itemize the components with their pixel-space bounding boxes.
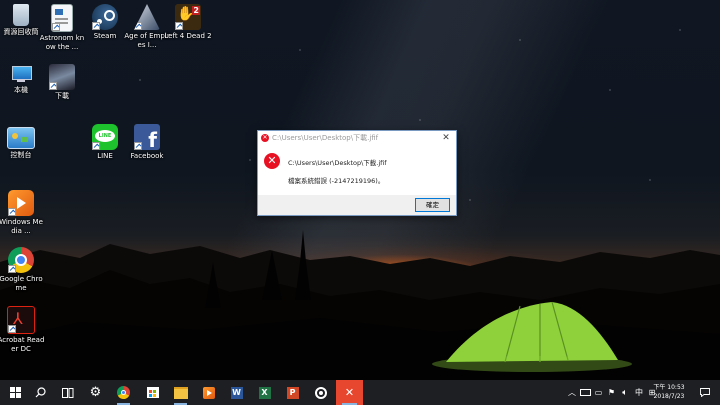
dialog-titlebar[interactable]: ✕ C:\Users\User\Desktop\下載.jfif ✕ <box>258 131 456 145</box>
document-icon <box>51 4 73 32</box>
windows-media-icon <box>8 190 34 216</box>
notification-flag-icon[interactable]: ⚑ <box>605 388 618 397</box>
battery-icon[interactable] <box>578 389 592 396</box>
taskbar-disc[interactable] <box>308 380 333 405</box>
search-button[interactable] <box>28 380 53 405</box>
error-dialog: ✕ C:\Users\User\Desktop\下載.jfif ✕ ✕ C:\U… <box>257 130 457 216</box>
taskbar-word[interactable]: W <box>224 380 249 405</box>
input-method-indicator[interactable]: 中 <box>632 387 646 398</box>
task-view-icon <box>61 387 73 398</box>
clock-date: 2018/7/23 <box>653 393 685 400</box>
control-panel-icon <box>7 127 35 149</box>
dialog-close-button[interactable]: ✕ <box>436 133 456 143</box>
taskbar: ⚙ W X P ✕ ︿ ▭ ⚑ 🔈︎ 中 ⊞ 下午 10:53 2018/7/2… <box>0 380 720 405</box>
disc-icon <box>314 386 327 399</box>
desktop-icon-line[interactable]: LINE LINE <box>81 124 129 161</box>
line-icon: LINE <box>92 124 118 150</box>
desktop-icon-downloaded-image[interactable]: 下載 <box>38 64 86 101</box>
taskbar-store[interactable] <box>140 380 165 405</box>
settings-gear-icon: ⚙ <box>89 385 102 400</box>
desktop-icon-windows-media[interactable]: Windows Media ... <box>0 190 45 235</box>
photos-error-icon: ✕ <box>344 386 355 399</box>
taskbar-file-explorer[interactable] <box>168 380 193 405</box>
dialog-footer: 確定 <box>258 195 456 215</box>
ok-button[interactable]: 確定 <box>415 198 450 212</box>
left4dead-icon: ✋ 2 <box>175 4 201 30</box>
dialog-body: ✕ C:\Users\User\Desktop\下載.jfif 檔案系統錯誤 (… <box>258 145 456 195</box>
desktop-icon-control-panel[interactable]: 控制台 <box>0 127 45 160</box>
taskbar-excel[interactable]: X <box>252 380 277 405</box>
steam-icon <box>92 4 118 30</box>
desktop-icon-facebook[interactable]: f Facebook <box>123 124 171 161</box>
taskbar-media-player[interactable] <box>196 380 221 405</box>
action-center-icon <box>699 388 710 397</box>
taskbar-chrome[interactable] <box>111 380 136 405</box>
dialog-error-message: 檔案系統錯誤 (-2147219196)。 <box>288 177 385 185</box>
recycle-bin-icon <box>13 4 29 26</box>
word-icon: W <box>230 386 243 399</box>
this-pc-icon <box>8 64 34 84</box>
age-of-empires-icon <box>134 4 160 30</box>
facebook-icon: f <box>134 124 160 150</box>
network-icon[interactable]: ▭ <box>592 388 605 397</box>
error-small-icon: ✕ <box>261 134 269 142</box>
media-player-icon <box>202 386 215 399</box>
task-view-button[interactable] <box>55 380 80 405</box>
action-center-button[interactable] <box>692 380 717 405</box>
error-icon: ✕ <box>264 153 280 169</box>
show-hidden-icons-chevron-icon[interactable]: ︿ <box>566 387 578 398</box>
chrome-icon <box>117 386 130 399</box>
clock-time: 下午 10:53 <box>653 384 685 391</box>
start-button[interactable] <box>3 380 28 405</box>
desktop-icon-steam[interactable]: Steam <box>81 4 129 41</box>
desktop-icon-acrobat-reader[interactable]: ⅄ Acrobat Reader DC <box>0 306 45 353</box>
taskbar-settings[interactable]: ⚙ <box>83 380 108 405</box>
taskbar-photos-error[interactable]: ✕ <box>336 380 363 405</box>
search-icon <box>35 387 46 398</box>
store-icon <box>146 387 159 398</box>
excel-icon: X <box>258 386 271 399</box>
taskbar-powerpoint[interactable]: P <box>280 380 305 405</box>
volume-icon[interactable]: 🔈︎ <box>618 388 632 398</box>
powerpoint-icon: P <box>286 386 299 399</box>
desktop-icon-left4dead2[interactable]: ✋ 2 Left 4 Dead 2 <box>164 4 212 41</box>
taskbar-clock[interactable]: 下午 10:53 2018/7/23 <box>648 383 690 401</box>
dialog-file-path: C:\Users\User\Desktop\下載.jfif <box>288 159 387 167</box>
acrobat-icon: ⅄ <box>7 306 35 334</box>
desktop: 資源回收筒 Astronom know the ... Steam Age of… <box>0 0 720 380</box>
chrome-icon <box>8 247 34 273</box>
robot-image-icon <box>49 64 75 90</box>
windows-start-icon <box>10 387 21 398</box>
dialog-title: C:\Users\User\Desktop\下載.jfif <box>272 134 379 142</box>
desktop-icon-astronomy-doc[interactable]: Astronom know the ... <box>38 4 86 51</box>
desktop-icon-google-chrome[interactable]: Google Chrome <box>0 247 45 292</box>
system-tray: ︿ ▭ ⚑ 🔈︎ 中 ⊞ <box>566 380 658 405</box>
file-explorer-icon <box>173 386 188 399</box>
